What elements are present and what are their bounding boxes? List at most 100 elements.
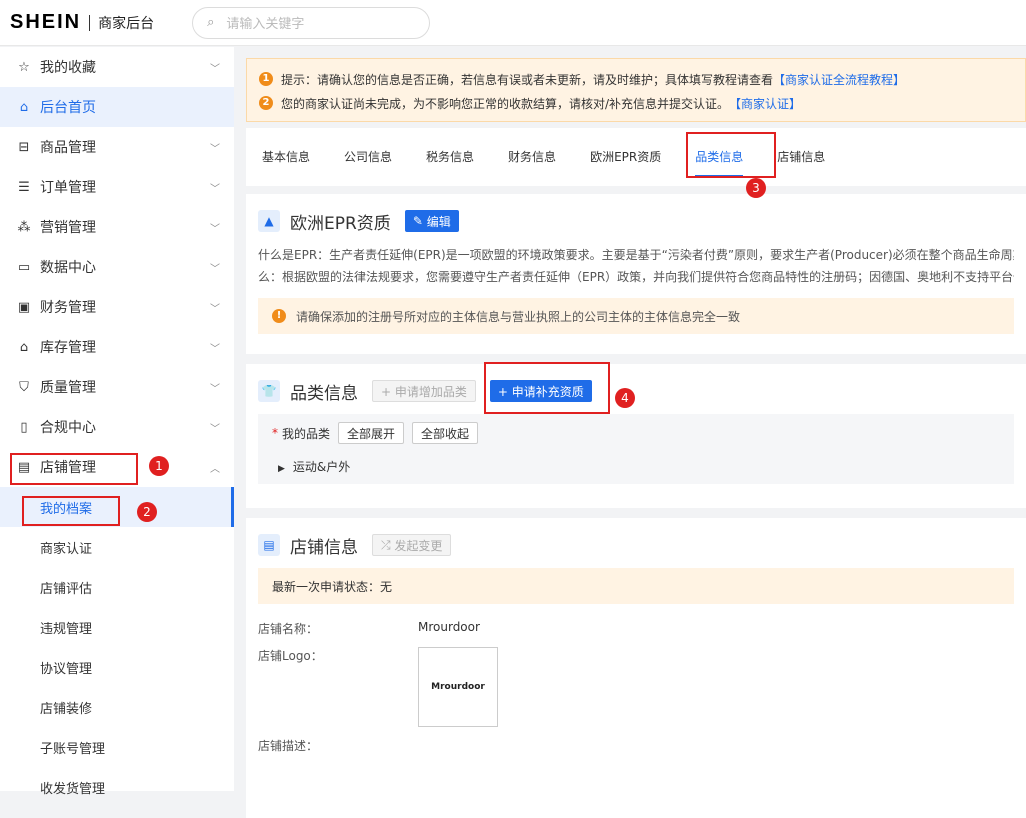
tab[interactable]: 公司信息 (344, 137, 392, 177)
sidebar-item[interactable]: ▭ 数据中心 ﹀ (0, 247, 234, 287)
chevron-icon: ﹀ (210, 263, 220, 275)
number-1-icon: 1 (259, 72, 273, 86)
monitor-icon: ▭ (17, 259, 31, 275)
sidebar: ☆ 我的收藏 ﹀ ⌂ 后台首页 ⊟ 商品管理 ﹀ ☰ 订单管理 ﹀ ⁂ 营销管理 ﹀ ▭ 数据中心 ﹀ ▣ 财务管理… (0, 47, 234, 797)
sidebar-item-label: 数据中心 (40, 260, 96, 276)
sidebar-item-label: 库存管理 (40, 340, 96, 356)
status-banner: 最新一次申请状态：无 (258, 568, 1014, 604)
warehouse-icon: ⌂ (19, 339, 29, 355)
sidebar-subitem[interactable]: 收发货管理 (0, 767, 234, 807)
star-icon: ☆ (18, 59, 30, 75)
edit-button[interactable]: ✎ 编辑 (404, 210, 459, 232)
store-logo: Mrourdoor (418, 647, 498, 727)
book-icon: ▯ (20, 419, 28, 435)
certification-link[interactable]: 【商家认证】 (729, 95, 801, 112)
tab[interactable]: 财务信息 (508, 137, 556, 177)
sidebar-item[interactable]: ☰ 订单管理 ﹀ (0, 167, 234, 207)
expand-all-button[interactable]: 全部展开 (338, 422, 405, 444)
highlight-store-management (10, 453, 138, 485)
number-2-icon: 2 (259, 96, 273, 110)
main-content: 1 提示：请确认您的信息是否正确，若信息有误或者未更新，请及时维护；具体填写教程请… (246, 58, 1026, 818)
caret-right-icon: ▶ (278, 464, 285, 474)
highlight-category-tab (686, 132, 776, 178)
app-subtitle: 商家后台 (98, 15, 155, 32)
chevron-icon: ﹀ (210, 143, 220, 155)
chevron-icon: ﹀ (210, 383, 220, 395)
sidebar-item-label: 我的收藏 (40, 60, 96, 76)
sidebar-item[interactable]: ⌂ 库存管理 ﹀ (0, 327, 234, 367)
sidebar-item[interactable]: ⁂ 营销管理 ﹀ (0, 207, 234, 247)
top-header: SHEIN 商家后台 ⌕ 请输入关键字 (0, 0, 1026, 46)
epr-title: 欧洲EPR资质 (290, 213, 391, 234)
chevron-icon: ﹀ (210, 423, 220, 435)
tab[interactable]: 基本信息 (262, 137, 310, 177)
store-name-label: 店铺名称： (258, 622, 319, 636)
step-badge-4: 4 (615, 388, 635, 408)
sidebar-subitem[interactable]: 商家认证 (0, 527, 234, 567)
epr-description: 什么是EPR：生产者责任延伸(EPR)是一项欧盟的环境政策要求。主要是基于“污染… (258, 244, 1014, 288)
tab-bar: 基本信息 公司信息 税务信息 财务信息 欧洲EPR资质 品类信息 店铺信息 (246, 128, 1026, 186)
tab[interactable]: 店铺信息 (777, 137, 825, 177)
sidebar-subitem[interactable]: 店铺评估 (0, 567, 234, 607)
store-desc-label: 店铺描述： (258, 739, 319, 753)
shield-icon: ⛉ (19, 379, 29, 395)
tab[interactable]: 税务信息 (426, 137, 474, 177)
chevron-icon: ﹀ (210, 303, 220, 315)
store-card: ▤ 店铺信息 ⤮ 发起变更 最新一次申请状态：无 店铺名称： Mrourdoor 店铺… (246, 518, 1026, 818)
epr-para: 什么是EPR：生产者责任延伸(EPR)是一项欧盟的环境政策要求。主要是基于“污染… (258, 248, 1014, 262)
bag-icon: ⊟ (18, 139, 30, 155)
epr-card: ▲ 欧洲EPR资质 ✎ 编辑 什么是EPR：生产者责任延伸(EPR)是一项欧盟的环境… (246, 194, 1026, 354)
epr-para: 么：根据欧盟的法律法规要求，您需要遵守生产者责任延伸（EPR）政策，并向我们提供… (258, 270, 1014, 284)
store-logo-label: 店铺Logo： (258, 649, 323, 663)
tab[interactable]: 欧洲EPR资质 (590, 137, 661, 177)
category-name: 运动&户外 (292, 460, 351, 474)
sidebar-item-label: 订单管理 (40, 180, 96, 196)
sidebar-item[interactable]: ⛉ 质量管理 ﹀ (0, 367, 234, 407)
sidebar-item-label: 营销管理 (40, 220, 96, 236)
chevron-icon: ︿ (210, 463, 220, 475)
sidebar-item-label: 合规中心 (40, 420, 96, 436)
user-icon: ▲ (258, 210, 280, 232)
search-input[interactable]: ⌕ 请输入关键字 (192, 6, 431, 39)
sidebar-item-label: 质量管理 (40, 380, 96, 396)
sidebar-item[interactable]: ▯ 合规中心 ﹀ (0, 407, 234, 447)
sidebar-item-label: 财务管理 (40, 300, 96, 316)
shein-logo[interactable]: SHEIN (10, 11, 81, 34)
chevron-icon: ﹀ (210, 223, 220, 235)
divider (89, 14, 91, 31)
wallet-icon: ▣ (17, 299, 31, 315)
home-icon: ⌂ (19, 99, 29, 115)
my-category-label: 我的品类 (282, 426, 331, 441)
sidebar-item[interactable]: ☆ 我的收藏 ﹀ (0, 47, 234, 87)
notice-banner: 1 提示：请确认您的信息是否正确，若信息有误或者未更新，请及时维护；具体填写教程请… (246, 58, 1026, 122)
sidebar-subitem[interactable]: 违规管理 (0, 607, 234, 647)
list-icon: ☰ (18, 179, 30, 195)
sidebar-item[interactable]: ▣ 财务管理 ﹀ (0, 287, 234, 327)
step-badge-2: 2 (137, 502, 157, 522)
highlight-my-profile (22, 496, 120, 526)
sidebar-subitem[interactable]: 店铺装修 (0, 687, 234, 727)
sidebar-item-label: 后台首页 (40, 100, 96, 116)
search-placeholder: 请输入关键字 (226, 17, 305, 32)
sidebar-item[interactable]: ⌂ 后台首页 (0, 87, 234, 127)
change-label: 发起变更 (394, 538, 443, 553)
category-tree-item[interactable]: ▶ 运动&户外 (272, 458, 1000, 475)
shapes-icon: ⁂ (17, 219, 31, 235)
search-icon: ⌕ (207, 15, 215, 30)
tutorial-link[interactable]: 【商家认证全流程教程】 (773, 71, 905, 88)
store-logo-text: Mrourdoor (431, 682, 485, 692)
sidebar-item[interactable]: ⊟ 商品管理 ﹀ (0, 127, 234, 167)
initiate-change-button[interactable]: ⤮ 发起变更 (372, 534, 452, 556)
sidebar-subitem[interactable]: 子账号管理 (0, 727, 234, 767)
sidebar-item-label: 商品管理 (40, 140, 96, 156)
store-title: 店铺信息 (290, 537, 358, 558)
shirt-icon: 👕 (258, 380, 280, 402)
category-card: 👕 品类信息 + 申请增加品类 + 申请补充资质 * 我的品类 全部展开 全部收起 ▶ 运动&… (246, 364, 1026, 508)
my-categories: * 我的品类 全部展开 全部收起 ▶ 运动&户外 (258, 414, 1014, 484)
chevron-icon: ﹀ (210, 343, 220, 355)
category-title: 品类信息 (290, 383, 358, 404)
add-category-button[interactable]: + 申请增加品类 (372, 380, 476, 402)
sidebar-subitem[interactable]: 协议管理 (0, 647, 234, 687)
highlight-apply-button (484, 362, 610, 414)
collapse-all-button[interactable]: 全部收起 (412, 422, 479, 444)
